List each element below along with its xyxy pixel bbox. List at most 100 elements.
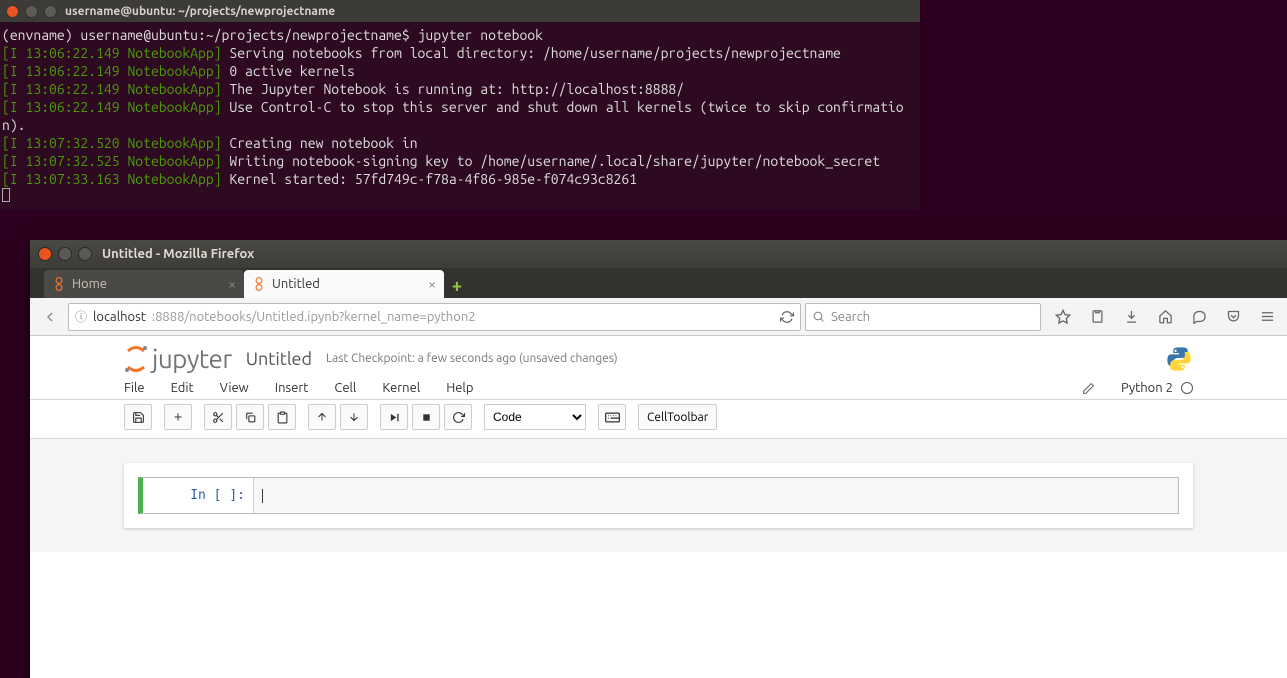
code-cell[interactable]: In [ ]:: [138, 477, 1179, 514]
tab-home[interactable]: Home ×: [44, 270, 244, 298]
log-prefix: [I 13:06:22.149 NotebookApp]: [2, 45, 222, 61]
firefox-maximize-button[interactable]: [78, 247, 92, 261]
cell-prompt: In [ ]:: [143, 478, 253, 513]
notebook-area: In [ ]:: [30, 439, 1287, 552]
log-text: 0 active kernels: [222, 63, 355, 79]
firefox-window: Untitled - Mozilla Firefox Home × Untitl…: [30, 240, 1287, 678]
search-box[interactable]: Search: [805, 303, 1041, 331]
jupyter-icon: [52, 277, 66, 291]
cell-toolbar-button[interactable]: CellToolbar: [638, 404, 717, 430]
url-rest: :8888/notebooks/Untitled.ipynb?kernel_na…: [152, 310, 476, 324]
menu-file[interactable]: File: [124, 381, 145, 395]
terminal-close-button[interactable]: [6, 5, 19, 18]
cell-type-select[interactable]: Code: [484, 404, 586, 430]
terminal-title: username@ubuntu: ~/projects/newprojectna…: [65, 5, 335, 18]
log-prefix: [I 13:06:22.149 NotebookApp]: [2, 99, 222, 115]
save-icon: [132, 411, 145, 424]
run-button[interactable]: [380, 404, 408, 430]
menu-view[interactable]: View: [220, 381, 249, 395]
notebook-title[interactable]: Untitled: [246, 349, 312, 369]
interrupt-button[interactable]: [412, 404, 440, 430]
jupyter-menubar: File Edit View Insert Cell Kernel Help P…: [30, 377, 1287, 400]
url-bar[interactable]: ⓘ localhost:8888/notebooks/Untitled.ipyn…: [68, 303, 801, 331]
keyboard-icon: [605, 412, 620, 423]
notebook-paper: In [ ]:: [124, 463, 1193, 528]
command-palette-button[interactable]: [598, 404, 626, 430]
star-icon: [1055, 309, 1071, 325]
jupyter-toolbar: Code CellToolbar: [30, 400, 1287, 439]
chat-button[interactable]: [1185, 303, 1213, 331]
firefox-minimize-button[interactable]: [58, 247, 72, 261]
reload-icon: [780, 310, 794, 324]
restart-icon: [452, 411, 465, 424]
move-down-button[interactable]: [340, 404, 368, 430]
save-button[interactable]: [124, 404, 152, 430]
toolbar-right-icons: [1045, 303, 1281, 331]
cut-button[interactable]: [204, 404, 232, 430]
arrow-left-icon: [42, 309, 58, 325]
download-icon: [1124, 309, 1139, 324]
hamburger-icon: [1260, 309, 1275, 324]
move-up-button[interactable]: [308, 404, 336, 430]
back-button[interactable]: [36, 303, 64, 331]
tab-close-icon[interactable]: ×: [428, 276, 436, 292]
restart-button[interactable]: [444, 404, 472, 430]
plus-icon: [172, 411, 184, 423]
tab-label: Home: [72, 277, 107, 291]
step-forward-icon: [389, 412, 400, 423]
tab-close-icon[interactable]: ×: [228, 276, 236, 292]
log-text: Serving notebooks from local directory: …: [222, 45, 841, 61]
arrow-up-icon: [316, 411, 328, 423]
checkpoint-text: Last Checkpoint: a few seconds ago (unsa…: [326, 352, 618, 365]
kernel-name: Python 2: [1121, 381, 1173, 395]
jupyter-icon: [252, 277, 266, 291]
new-tab-button[interactable]: +: [444, 274, 470, 298]
jupyter-header: jupyter Untitled Last Checkpoint: a few …: [30, 336, 1287, 377]
arrow-down-icon: [348, 411, 360, 423]
terminal-titlebar[interactable]: username@ubuntu: ~/projects/newprojectna…: [0, 0, 920, 22]
home-button[interactable]: [1151, 303, 1179, 331]
menu-help[interactable]: Help: [446, 381, 473, 395]
copy-button[interactable]: [236, 404, 264, 430]
firefox-close-button[interactable]: [38, 247, 52, 261]
log-text: Creating new notebook in: [222, 135, 418, 151]
menu-insert[interactable]: Insert: [275, 381, 309, 395]
menu-button[interactable]: [1253, 303, 1281, 331]
menu-cell[interactable]: Cell: [334, 381, 356, 395]
stop-icon: [421, 412, 432, 423]
pocket-button[interactable]: [1219, 303, 1247, 331]
pocket-icon: [1226, 309, 1241, 324]
site-info-icon[interactable]: ⓘ: [75, 308, 87, 325]
search-placeholder: Search: [831, 310, 870, 324]
terminal-minimize-button[interactable]: [25, 5, 38, 18]
python-logo: [1165, 345, 1193, 373]
prompt-path: :~/projects/newprojectname$: [198, 27, 410, 43]
menu-kernel[interactable]: Kernel: [382, 381, 420, 395]
downloads-button[interactable]: [1117, 303, 1145, 331]
kernel-indicator[interactable]: Python 2: [1121, 381, 1193, 395]
terminal-body[interactable]: (envname) username@ubuntu:~/projects/new…: [0, 22, 920, 210]
reload-button[interactable]: [780, 310, 794, 324]
search-icon: [812, 310, 825, 323]
library-button[interactable]: [1083, 303, 1111, 331]
pencil-icon: [1082, 382, 1095, 395]
chat-icon: [1192, 309, 1207, 324]
prompt-userhost: username@ubuntu: [80, 27, 198, 43]
cell-toolbar-label: CellToolbar: [647, 411, 708, 424]
paste-button[interactable]: [268, 404, 296, 430]
log-prefix: [I 13:06:22.149 NotebookApp]: [2, 63, 222, 79]
scissors-icon: [212, 411, 225, 424]
log-prefix: [I 13:07:32.520 NotebookApp]: [2, 135, 222, 151]
log-prefix: [I 13:07:32.525 NotebookApp]: [2, 153, 222, 169]
terminal-maximize-button[interactable]: [44, 5, 57, 18]
add-cell-button[interactable]: [164, 404, 192, 430]
code-input[interactable]: [253, 478, 1178, 513]
prompt-env: (envname): [2, 27, 80, 43]
tab-untitled[interactable]: Untitled ×: [244, 270, 444, 298]
firefox-titlebar[interactable]: Untitled - Mozilla Firefox: [30, 240, 1287, 268]
menu-edit[interactable]: Edit: [171, 381, 194, 395]
bookmark-star-button[interactable]: [1049, 303, 1077, 331]
jupyter-logo[interactable]: jupyter: [124, 344, 232, 373]
edit-pencil-button[interactable]: [1082, 382, 1095, 395]
jupyter-logo-text: jupyter: [152, 344, 232, 373]
